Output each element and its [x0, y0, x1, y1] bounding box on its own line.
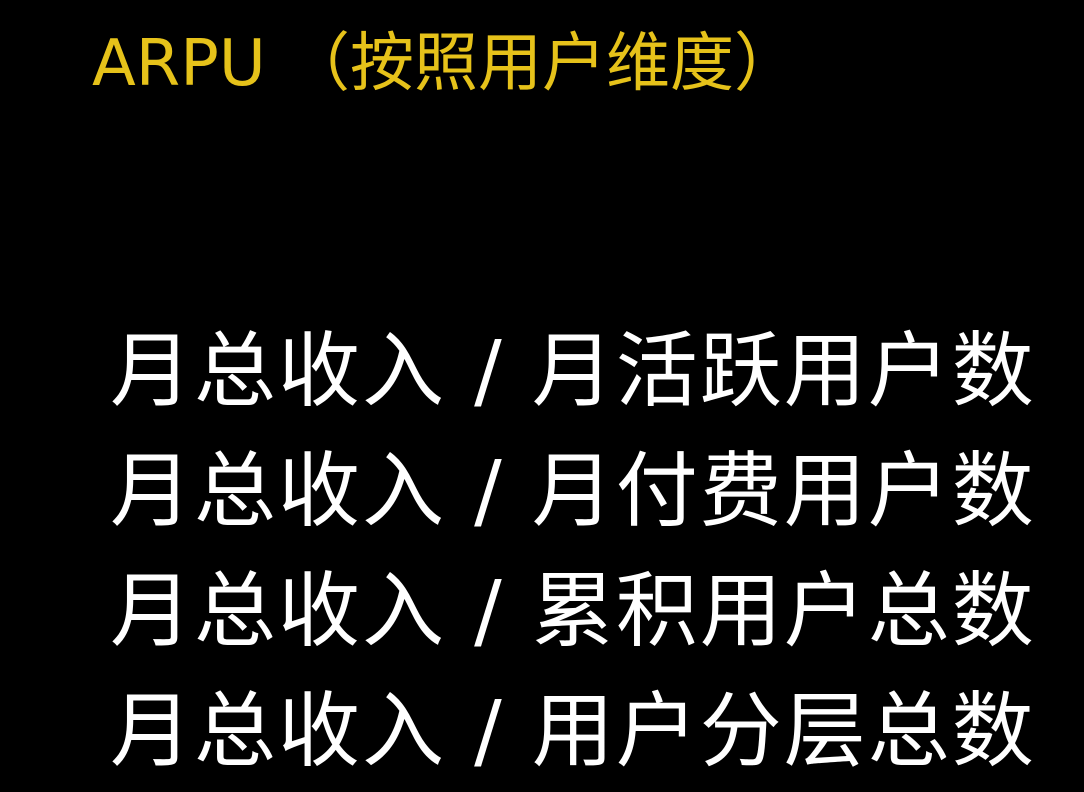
formula-list: 月总收入 / 月活跃用户数 月总收入 / 月付费用户数 月总收入 / 累积用户总…: [110, 312, 1036, 792]
page-title: ARPU （按照用户维度）: [92, 27, 799, 101]
formula-line-active-users: 月总收入 / 月活跃用户数: [110, 324, 1036, 419]
formula-line-cumulative-users: 月总收入 / 累积用户总数: [110, 564, 1036, 659]
formula-line-paying-users: 月总收入 / 月付费用户数: [110, 444, 1036, 539]
formula-line-segmented-users: 月总收入 / 用户分层总数: [110, 684, 1036, 779]
